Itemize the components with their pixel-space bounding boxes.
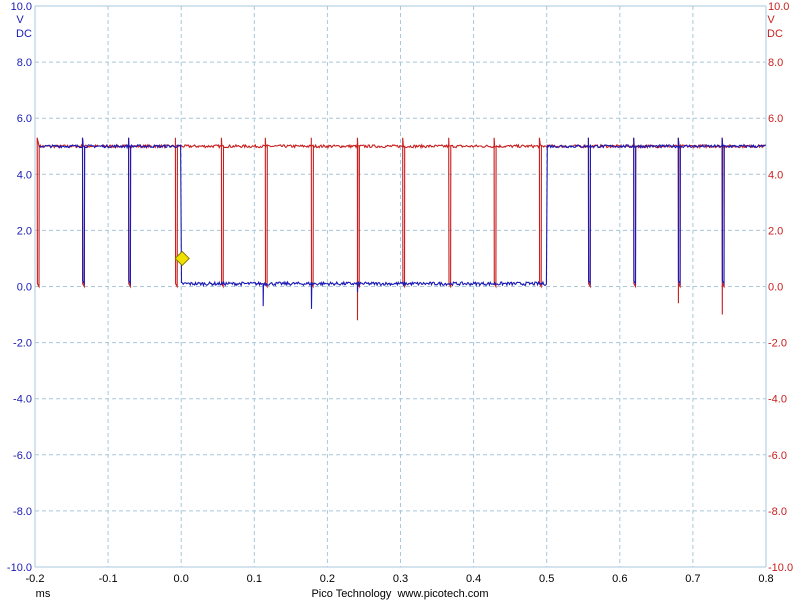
right-y-tick-label: -4.0 [768, 394, 787, 406]
left-y-tick-label: 6.0 [17, 113, 32, 125]
right-y-tick-label: -6.0 [768, 450, 787, 462]
left-y-tick-label: 8.0 [17, 57, 32, 69]
right-y-tick-label: -8.0 [768, 506, 787, 518]
right-y-tick-label: 8.0 [768, 57, 783, 69]
x-tick-label: -0.2 [26, 573, 45, 585]
left-y-tick-label: 4.0 [17, 169, 32, 181]
left-y-tick-label: -6.0 [13, 450, 32, 462]
x-tick-label: 0.8 [758, 573, 773, 585]
x-tick-label: -0.1 [99, 573, 118, 585]
oscilloscope-chart: 10.08.06.04.02.00.0-2.0-4.0-6.0-8.0-10.0… [7, 1, 793, 600]
left-y-tick-label: 0.0 [17, 282, 32, 294]
right-y-tick-label: 10.0 [768, 1, 789, 13]
x-tick-label: 0.1 [247, 573, 262, 585]
x-tick-label: 0.4 [466, 573, 481, 585]
x-axis: -0.2 -0.1 0.0 0.1 0.2 0.3 0.4 0.5 0.6 0.7 0.8 [26, 573, 774, 585]
x-tick-label: 0.0 [174, 573, 189, 585]
left-y-axis: 10.08.06.04.02.00.0-2.0-4.0-6.0-8.0-10.0 [7, 1, 32, 574]
left-y-tick-label: -8.0 [13, 506, 32, 518]
traces [36, 137, 767, 321]
left-y-tick-label: -2.0 [13, 338, 32, 350]
x-tick-label: 0.5 [539, 573, 554, 585]
right-axis-unit-dc: DC [767, 28, 783, 40]
x-tick-label: 0.7 [685, 573, 700, 585]
right-y-tick-label: 0.0 [768, 282, 783, 294]
right-y-tick-label: 2.0 [768, 225, 783, 237]
right-axis-unit-v: V [767, 14, 775, 26]
x-tick-label: 0.6 [612, 573, 627, 585]
x-tick-label: 0.3 [393, 573, 408, 585]
series-line-channel-b [36, 137, 767, 321]
left-y-tick-label: -4.0 [13, 394, 32, 406]
x-tick-label: 0.2 [320, 573, 335, 585]
x-axis-unit-label: ms [36, 588, 51, 600]
right-y-axis: 10.08.06.04.02.00.0-2.0-4.0-6.0-8.0-10.0 [768, 1, 793, 574]
left-axis-unit-dc: DC [16, 28, 32, 40]
left-y-tick-label: 2.0 [17, 225, 32, 237]
footer-credit: Pico Technology www.picotech.com [311, 588, 488, 600]
right-y-tick-label: -2.0 [768, 338, 787, 350]
grid [34, 5, 767, 568]
right-y-tick-label: 6.0 [768, 113, 783, 125]
left-y-tick-label: 10.0 [11, 1, 32, 13]
left-axis-unit-v: V [16, 14, 24, 26]
right-y-tick-label: 4.0 [768, 169, 783, 181]
